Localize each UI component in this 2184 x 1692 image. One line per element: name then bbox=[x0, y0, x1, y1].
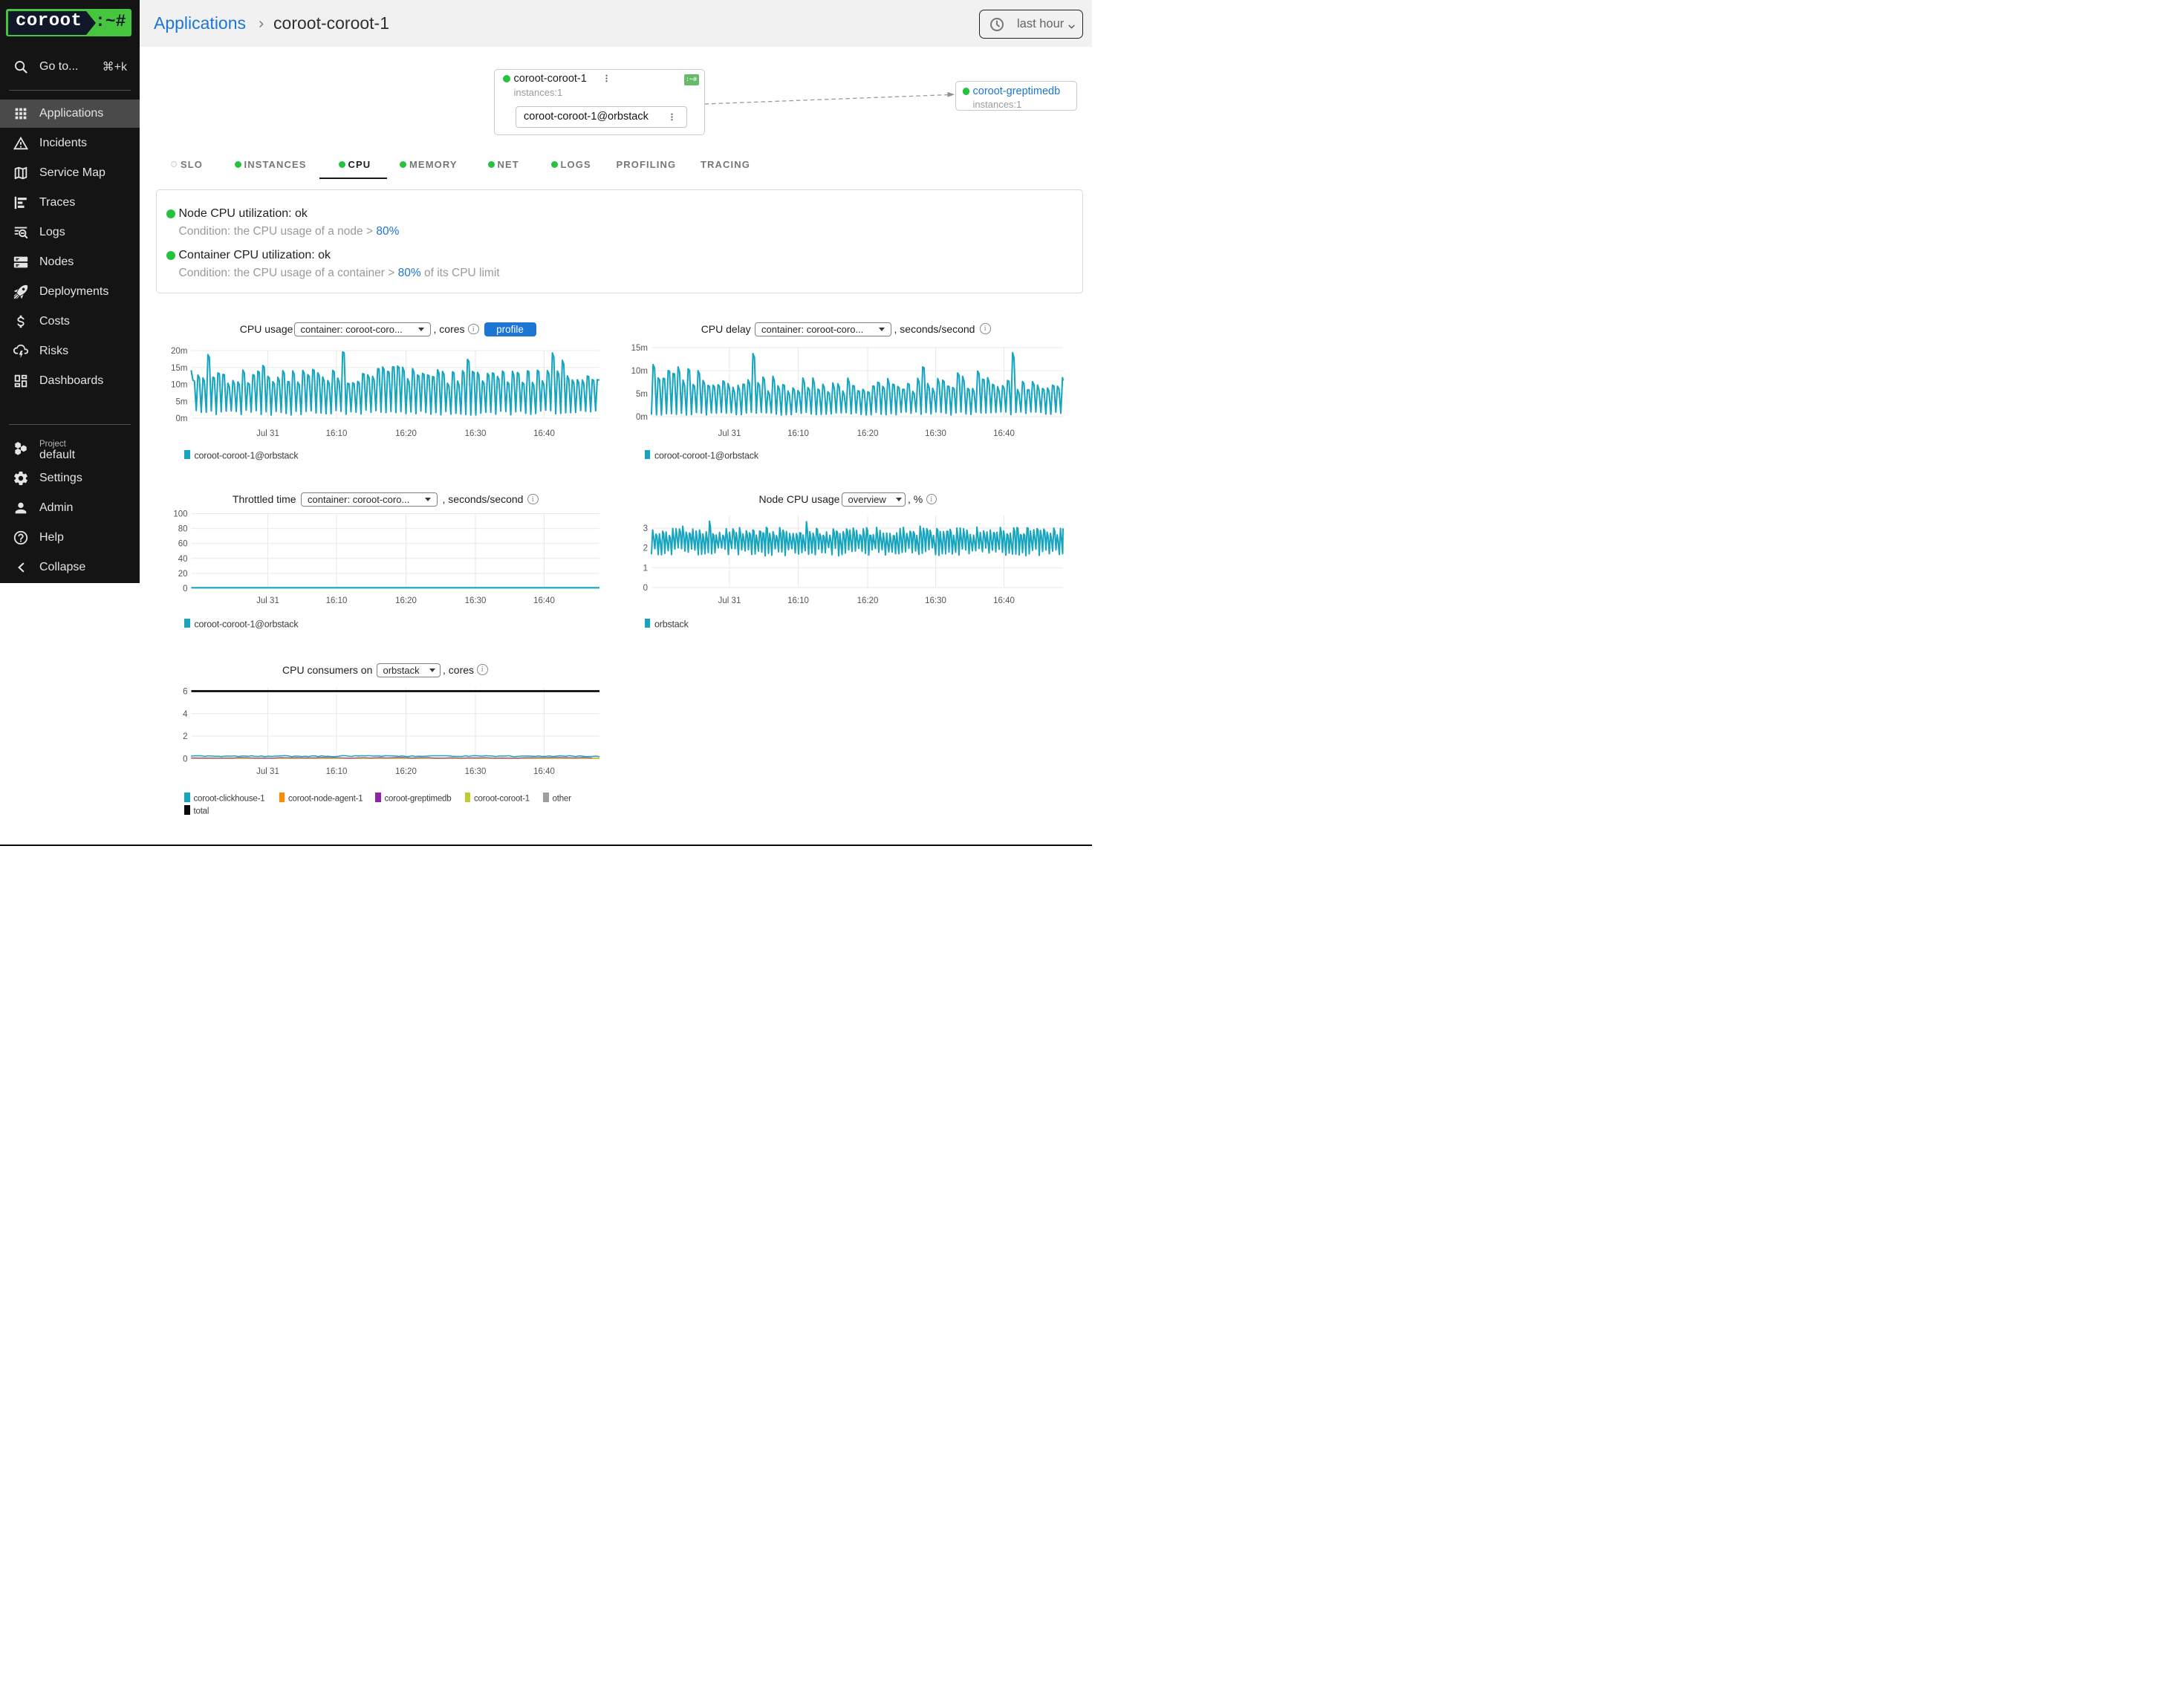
svg-text:16:20: 16:20 bbox=[395, 767, 417, 776]
svg-text:Jul 31: Jul 31 bbox=[718, 596, 741, 605]
svg-text:0m: 0m bbox=[636, 413, 648, 422]
svg-text:100: 100 bbox=[173, 510, 187, 519]
svg-text:80: 80 bbox=[178, 525, 188, 534]
svg-text:5m: 5m bbox=[176, 397, 188, 406]
svg-text:10m: 10m bbox=[631, 367, 648, 376]
svg-text:10m: 10m bbox=[171, 381, 187, 390]
svg-text:16:40: 16:40 bbox=[993, 429, 1015, 438]
svg-text:Jul 31: Jul 31 bbox=[718, 429, 741, 438]
svg-text:16:10: 16:10 bbox=[787, 429, 809, 438]
svg-text:16:30: 16:30 bbox=[465, 596, 487, 605]
svg-text:Jul 31: Jul 31 bbox=[256, 429, 279, 438]
svg-text:15m: 15m bbox=[171, 364, 187, 373]
svg-text:4: 4 bbox=[183, 710, 188, 719]
svg-text:0m: 0m bbox=[176, 414, 188, 423]
svg-text:16:40: 16:40 bbox=[533, 596, 555, 605]
svg-text:5m: 5m bbox=[636, 390, 648, 399]
svg-text:16:30: 16:30 bbox=[465, 429, 487, 438]
svg-text:16:20: 16:20 bbox=[395, 429, 417, 438]
svg-text:16:10: 16:10 bbox=[787, 596, 809, 605]
svg-text:16:10: 16:10 bbox=[326, 596, 348, 605]
svg-text:16:10: 16:10 bbox=[326, 429, 348, 438]
svg-text:15m: 15m bbox=[631, 344, 648, 353]
svg-text:2: 2 bbox=[643, 544, 648, 553]
svg-text:16:20: 16:20 bbox=[857, 429, 879, 438]
svg-text:20m: 20m bbox=[171, 347, 187, 356]
svg-text:16:30: 16:30 bbox=[925, 596, 946, 605]
svg-text:3: 3 bbox=[643, 524, 648, 533]
svg-text:40: 40 bbox=[178, 555, 188, 564]
svg-text:0: 0 bbox=[643, 584, 648, 593]
svg-text:6: 6 bbox=[183, 688, 187, 697]
svg-text:Jul 31: Jul 31 bbox=[256, 596, 279, 605]
svg-text:20: 20 bbox=[178, 570, 188, 579]
svg-text:16:20: 16:20 bbox=[857, 596, 879, 605]
svg-text:16:40: 16:40 bbox=[533, 429, 555, 438]
svg-text:0: 0 bbox=[183, 585, 187, 593]
svg-text:16:40: 16:40 bbox=[993, 596, 1015, 605]
svg-text:1: 1 bbox=[643, 564, 648, 573]
svg-text:16:20: 16:20 bbox=[395, 596, 417, 605]
svg-text:16:10: 16:10 bbox=[326, 767, 348, 776]
svg-text:Jul 31: Jul 31 bbox=[256, 767, 279, 776]
svg-text:60: 60 bbox=[178, 540, 188, 549]
svg-text:2: 2 bbox=[183, 732, 187, 741]
svg-text:16:30: 16:30 bbox=[925, 429, 946, 438]
svg-text:16:30: 16:30 bbox=[465, 767, 487, 776]
svg-text:0: 0 bbox=[183, 755, 187, 764]
svg-text:16:40: 16:40 bbox=[533, 767, 555, 776]
